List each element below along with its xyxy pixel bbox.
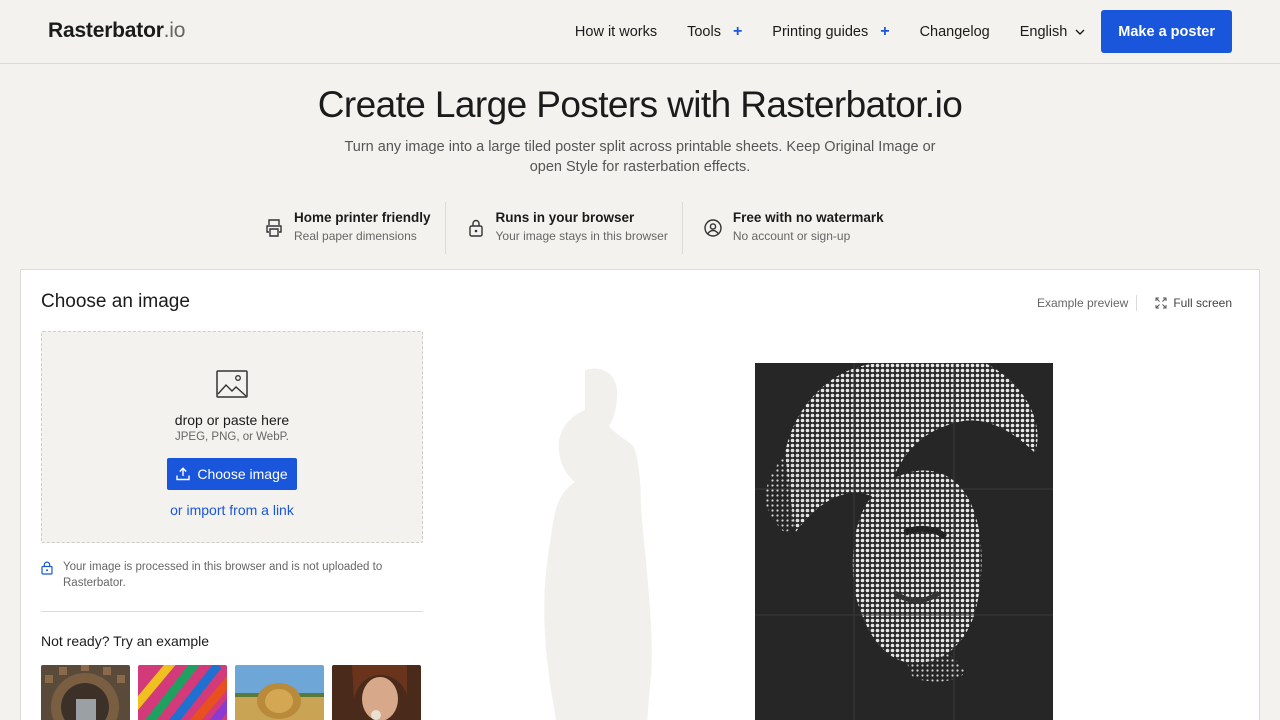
feature-desc: Real paper dimensions xyxy=(294,229,417,243)
upload-icon xyxy=(176,467,191,481)
feature-browser: Runs in your browser Your image stays in… xyxy=(444,202,682,254)
nav-changelog[interactable]: Changelog xyxy=(920,24,990,40)
nav-tools-label: Tools xyxy=(687,23,721,40)
image-icon xyxy=(216,370,248,398)
choose-image-label: Choose image xyxy=(197,466,288,482)
chevron-down-icon xyxy=(1075,29,1085,35)
make-poster-button[interactable]: Make a poster xyxy=(1101,10,1232,53)
site-logo[interactable]: Rasterbator.io xyxy=(48,19,185,43)
language-select[interactable]: English xyxy=(1020,24,1086,40)
feature-list: Home printer friendly Real paper dimensi… xyxy=(250,202,1030,254)
printer-icon xyxy=(266,219,282,237)
logo-main: Rasterbator xyxy=(48,19,164,42)
examples-title: Not ready? Try an example xyxy=(41,633,210,649)
portrait-photo xyxy=(332,665,421,720)
nav-printing-guides-label: Printing guides xyxy=(772,23,869,40)
image-dropzone[interactable]: drop or paste here JPEG, PNG, or WebP. C… xyxy=(41,331,423,543)
divider xyxy=(1136,295,1138,311)
colorful-photo xyxy=(138,665,227,720)
rasterized-poster xyxy=(755,363,1053,720)
gear-photo xyxy=(41,665,130,720)
example-thumbnail-portrait[interactable] xyxy=(332,665,421,720)
feature-title: Home printer friendly xyxy=(294,210,431,225)
feature-desc: No account or sign-up xyxy=(732,229,851,243)
image-chooser-card: Choose an image Example preview Full scr… xyxy=(20,269,1260,720)
main-nav: How it works Tools + Printing guides + C… xyxy=(545,10,1232,53)
nav-printing-guides[interactable]: Printing guides + xyxy=(772,23,889,41)
full-screen-label: Full screen xyxy=(1173,296,1232,310)
section-divider xyxy=(41,611,423,612)
feature-printer: Home printer friendly Real paper dimensi… xyxy=(250,202,445,254)
example-thumbnail-colors[interactable] xyxy=(138,665,227,720)
example-thumbnail-gear[interactable] xyxy=(41,665,130,720)
language-label: English xyxy=(1019,23,1068,40)
feature-title: Free with no watermark xyxy=(732,210,884,225)
feature-title: Runs in your browser xyxy=(495,210,635,225)
person-silhouette xyxy=(544,368,652,720)
full-screen-button[interactable]: Full screen xyxy=(1155,296,1232,310)
site-header: Rasterbator.io How it works Tools + Prin… xyxy=(0,0,1280,64)
example-thumbnails xyxy=(41,665,429,720)
nav-how-it-works[interactable]: How it works xyxy=(575,24,657,40)
example-thumbnail-haybale[interactable] xyxy=(235,665,324,720)
choose-image-button[interactable]: Choose image xyxy=(167,458,297,490)
nav-tools[interactable]: Tools + xyxy=(687,23,742,41)
privacy-note: Your image is processed in this browser … xyxy=(41,559,423,591)
poster-preview xyxy=(441,331,1241,720)
example-preview-label: Example preview xyxy=(1036,296,1129,310)
plus-icon: + xyxy=(732,22,743,40)
feature-desc: Your image stays in this browser xyxy=(495,229,668,243)
preview-tools: Example preview Full screen xyxy=(1037,295,1232,311)
card-title: Choose an image xyxy=(41,291,190,312)
haybale-photo xyxy=(235,665,324,720)
lock-icon xyxy=(41,561,53,575)
user-circle-icon xyxy=(704,219,722,237)
fullscreen-icon xyxy=(1155,297,1167,309)
nav-how-it-works-label: How it works xyxy=(574,23,658,40)
lock-icon xyxy=(468,219,483,237)
page-title: Create Large Posters with Rasterbator.io xyxy=(317,84,963,125)
logo-tld: .io xyxy=(163,19,186,42)
privacy-text: Your image is processed in this browser … xyxy=(63,561,383,589)
dropzone-hint: JPEG, PNG, or WebP. xyxy=(175,431,289,443)
plus-icon: + xyxy=(880,22,890,40)
import-link[interactable]: or import from a link xyxy=(42,502,422,518)
page-subtitle: Turn any image into a large tiled poster… xyxy=(344,139,936,175)
nav-changelog-label: Changelog xyxy=(919,23,990,40)
feature-free: Free with no watermark No account or sig… xyxy=(681,202,898,254)
dropzone-text: drop or paste here xyxy=(174,412,290,428)
